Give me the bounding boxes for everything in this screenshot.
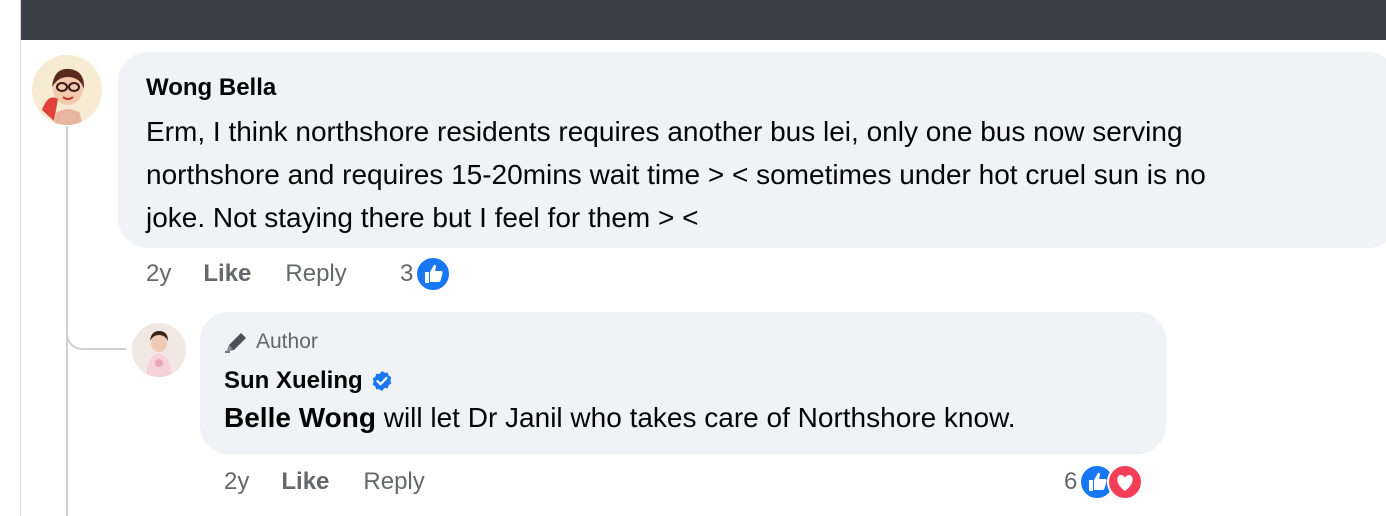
reply-like-button[interactable]: Like bbox=[281, 468, 329, 496]
reply-body: will let Dr Janil who takes care of Nort… bbox=[375, 402, 1016, 433]
love-icon bbox=[1107, 464, 1144, 500]
comment-timestamp[interactable]: 2y bbox=[146, 260, 171, 288]
author-badge: Author bbox=[224, 330, 318, 354]
avatar[interactable] bbox=[32, 55, 102, 125]
reply-author-name[interactable]: Sun Xueling bbox=[224, 367, 363, 395]
reply-connector bbox=[66, 300, 126, 350]
like-button[interactable]: Like bbox=[203, 260, 251, 288]
pen-icon bbox=[225, 333, 246, 353]
comment-author-name[interactable]: Wong Bella bbox=[146, 74, 276, 102]
reaction-summary[interactable]: 3 bbox=[400, 256, 452, 292]
reply-reply-button[interactable]: Reply bbox=[363, 468, 424, 496]
verified-badge-icon bbox=[372, 371, 391, 391]
reaction-count: 3 bbox=[400, 260, 414, 287]
reply-text: Belle Wong will let Dr Janil who takes c… bbox=[224, 402, 1016, 434]
comment-text: Erm, I think northshore residents requir… bbox=[146, 116, 1206, 233]
reply-actions: 2y Like Reply bbox=[224, 468, 465, 496]
avatar-image bbox=[32, 55, 102, 125]
like-icon bbox=[415, 256, 452, 292]
top-bar bbox=[0, 0, 1386, 40]
reply-author[interactable]: Sun Xueling bbox=[224, 367, 393, 395]
reply-reaction-count: 6 bbox=[1064, 468, 1078, 495]
reply-reaction-summary[interactable]: 6 bbox=[1064, 464, 1144, 500]
reply-timestamp[interactable]: 2y bbox=[224, 468, 249, 496]
comment-actions: 2y Like Reply bbox=[146, 260, 387, 288]
reply-button[interactable]: Reply bbox=[285, 260, 346, 288]
avatar-image bbox=[132, 323, 186, 377]
author-badge-label: Author bbox=[256, 330, 318, 353]
mention-link[interactable]: Belle Wong bbox=[224, 402, 376, 433]
left-margin bbox=[0, 0, 21, 516]
reply-avatar[interactable] bbox=[132, 323, 186, 377]
